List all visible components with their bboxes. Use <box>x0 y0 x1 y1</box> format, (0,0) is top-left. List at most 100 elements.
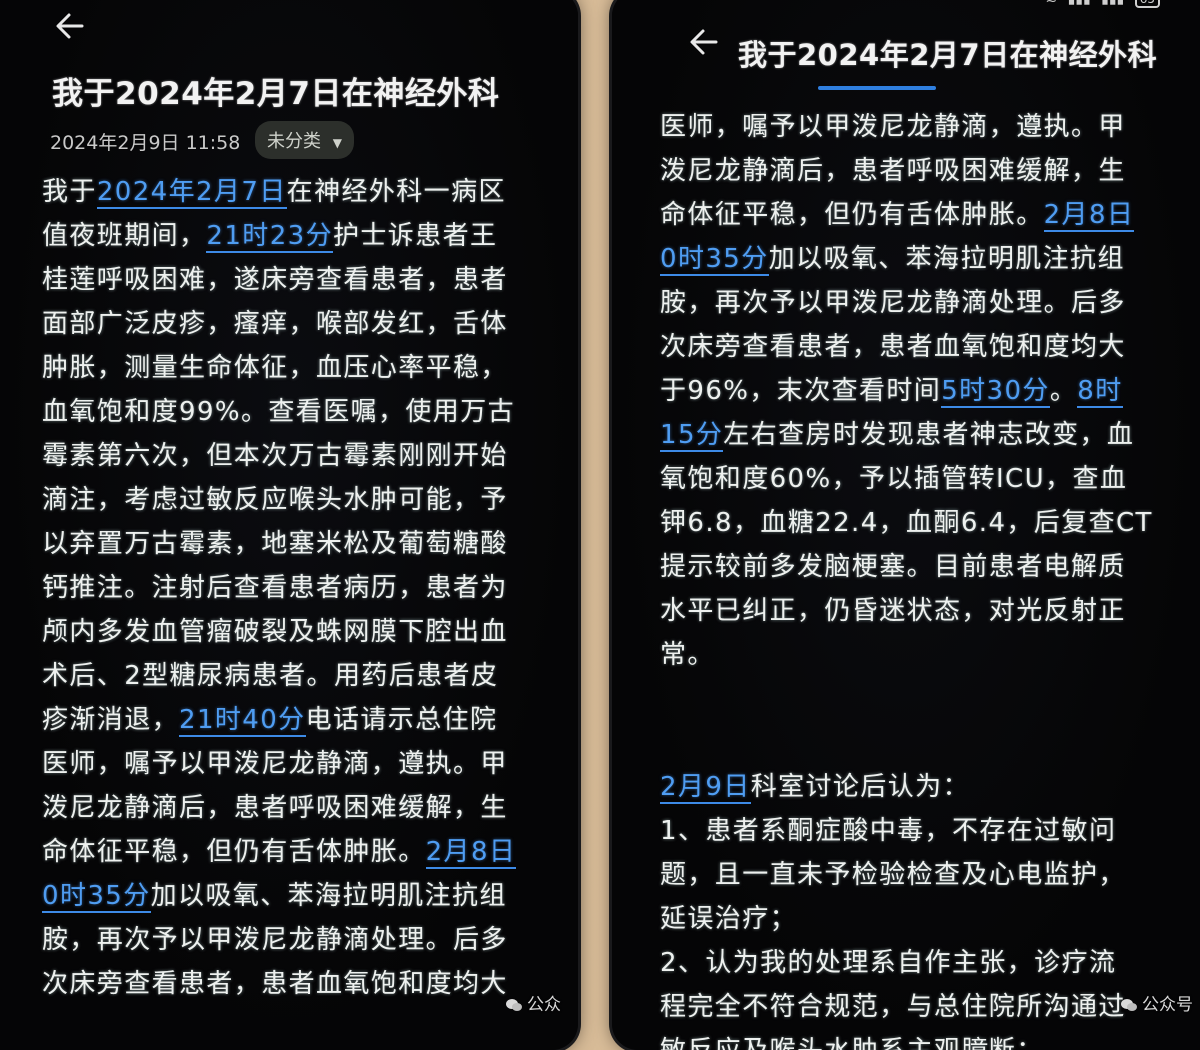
text-line: 钾6.8，血糖22.4，血酮6.4，后复查CT <box>660 501 1153 545</box>
date-time-link[interactable]: 5时30分 <box>941 376 1050 408</box>
left-note-screen: 我于2024年2月7日在神经外科 2024年2月9日 11:58 未分类 ▼ 我… <box>0 0 578 1050</box>
text-segment: 面部广泛皮疹，瘙痒，喉部发红，舌体 <box>42 309 508 339</box>
date-time-link[interactable]: 2024年2月7日 <box>96 177 287 209</box>
text-segment: 次床旁查看患者，患者血氧饱和度均大 <box>42 969 508 999</box>
text-line: 桂莲呼吸困难，遂床旁查看患者，患者 <box>42 258 516 302</box>
text-segment: 延误治疗； <box>660 904 798 934</box>
text-segment: 电话请示总住院 <box>305 705 498 735</box>
text-segment: 胺，再次予以甲泼尼龙静滴处理。后多 <box>660 288 1126 318</box>
text-segment: 左右查房时发现患者神志改变，血 <box>723 420 1135 450</box>
text-line: 命体征平稳，但仍有舌体肿胀。2月8日 <box>660 193 1153 237</box>
text-line: 医师，嘱予以甲泼尼龙静滴，遵执。甲 <box>660 105 1153 149</box>
category-label: 未分类 <box>267 131 321 152</box>
text-line: 15分左右查房时发现患者神志改变，血 <box>660 413 1153 457</box>
text-segment: 术后、2型糖尿病患者。用药后患者皮 <box>42 661 499 691</box>
date-time-link[interactable]: 0时35分 <box>660 244 769 276</box>
text-line: 题，且一直未予检验检查及心电监护， <box>660 853 1153 897</box>
note-title: 我于2024年2月7日在神经外科 <box>738 38 1158 72</box>
text-line: 值夜班期间，21时23分护士诉患者王 <box>42 214 516 258</box>
battery-indicator: 65 <box>1134 0 1160 8</box>
text-line: 2、认为我的处理系自作主张，诊疗流 <box>660 941 1153 985</box>
text-line: 颅内多发血管瘤破裂及蛛网膜下腔出血 <box>42 610 516 654</box>
signal-icon: ▮▮▮ <box>1068 0 1091 7</box>
text-segment: 值夜班期间， <box>42 221 207 251</box>
note-body[interactable]: 我于2024年2月7日在神经外科一病区 值夜班期间，21时23分护士诉患者王 桂莲呼… <box>42 170 517 1006</box>
wechat-icon <box>506 999 522 1011</box>
text-line: 我于2024年2月7日在神经外科一病区 <box>42 170 516 214</box>
date-time-link[interactable]: 2月9日 <box>660 772 751 804</box>
text-segment: 我于 <box>42 177 97 207</box>
text-line: 水平已纠正，仍昏迷状态，对光反射正 <box>660 589 1153 633</box>
text-segment: 题，且一直未予检验检查及心电监护， <box>660 860 1126 890</box>
text-line: 1、患者系酮症酸中毒，不存在过敏问 <box>660 809 1153 853</box>
right-note-screen: ≋ ▮▮▮ ▮▮▮ 65 我于2024年2月7日在神经外科 医师，嘱予以甲泼尼龙… <box>612 0 1200 1050</box>
date-time-link[interactable]: 21时23分 <box>206 221 333 253</box>
text-segment: 胺，再次予以甲泼尼龙静滴处理。后多 <box>42 925 508 955</box>
text-segment: 程完全不符合规范，与总住院所沟通过 <box>660 992 1126 1022</box>
text-segment: 钾6.8，血糖22.4，血酮6.4，后复查CT <box>660 508 1153 538</box>
text-segment: 命体征平稳，但仍有舌体肿胀。 <box>660 200 1044 230</box>
text-segment: 医师，嘱予以甲泼尼龙静滴，遵执。甲 <box>42 749 508 779</box>
text-line: 血氧饱和度99%。查看医嘱，使用万古 <box>42 390 516 434</box>
text-segment: 钙推注。注射后查看患者病历，患者为 <box>42 573 508 603</box>
text-segment: 泼尼龙静滴后，患者呼吸困难缓解，生 <box>660 156 1126 186</box>
text-segment: 以弃置万古霉素，地塞米松及葡萄糖酸 <box>42 529 508 559</box>
text-segment: 常。 <box>660 640 715 670</box>
text-segment: 于96%，末次查看时间 <box>660 376 942 406</box>
text-segment: 命体征平稳，但仍有舌体肿胀。 <box>42 837 426 867</box>
note-body[interactable]: 医师，嘱予以甲泼尼龙静滴，遵执。甲 泼尼龙静滴后，患者呼吸困难缓解，生 命体征平稳，… <box>660 105 1153 1050</box>
category-dropdown[interactable]: 未分类 ▼ <box>255 121 354 159</box>
text-line: 泼尼龙静滴后，患者呼吸困难缓解，生 <box>42 786 516 830</box>
text-segment: 肿胀，测量生命体征，血压心率平稳， <box>42 353 508 383</box>
text-segment: 加以吸氧、苯海拉明肌注抗组 <box>150 881 507 911</box>
text-segment: 水平已纠正，仍昏迷状态，对光反射正 <box>660 596 1126 626</box>
text-line: 次床旁查看患者，患者血氧饱和度均大 <box>660 325 1153 369</box>
text-line: 医师，嘱予以甲泼尼龙静滴，遵执。甲 <box>42 742 516 786</box>
text-line: 胺，再次予以甲泼尼龙静滴处理。后多 <box>660 281 1153 325</box>
date-time-link[interactable]: 2月8日 <box>425 837 517 869</box>
date-time-link[interactable]: 0时35分 <box>42 881 151 913</box>
watermark-right: 公众号 <box>1120 990 1193 1015</box>
text-segment: 1、患者系酮症酸中毒，不存在过敏问 <box>660 816 1117 846</box>
text-line: 以弃置万古霉素，地塞米松及葡萄糖酸 <box>42 522 516 566</box>
back-arrow-icon[interactable] <box>686 24 722 60</box>
text-segment: 霉素第六次，但本次万古霉素刚刚开始 <box>42 441 508 471</box>
text-segment: 加以吸氧、苯海拉明肌注抗组 <box>768 244 1125 274</box>
text-segment: 科室讨论后认为： <box>750 772 970 802</box>
date-time-link[interactable]: 21时40分 <box>179 705 306 737</box>
text-segment: 。 <box>1049 376 1078 406</box>
text-line: 氧饱和度60%，予以插管转ICU，查血 <box>660 457 1153 501</box>
text-segment: 敏反应及喉头水肿系主观臆断； <box>660 1036 1044 1050</box>
text-segment: 提示较前多发脑梗塞。目前患者电解质 <box>660 552 1126 582</box>
text-segment: 桂莲呼吸困难，遂床旁查看患者，患者 <box>42 265 508 295</box>
note-date: 2024年2月9日 11:58 <box>50 132 241 154</box>
text-line: 泼尼龙静滴后，患者呼吸困难缓解，生 <box>660 149 1153 193</box>
text-segment: 在神经外科一病区 <box>286 177 506 207</box>
date-time-link[interactable]: 15分 <box>660 420 724 452</box>
text-line: 程完全不符合规范，与总住院所沟通过 <box>660 985 1153 1029</box>
text-segment: 2、认为我的处理系自作主张，诊疗流 <box>660 948 1117 978</box>
back-arrow-icon[interactable] <box>52 8 88 44</box>
text-segment: 医师，嘱予以甲泼尼龙静滴，遵执。甲 <box>660 112 1126 142</box>
text-line <box>660 677 1153 721</box>
text-line: 面部广泛皮疹，瘙痒，喉部发红，舌体 <box>42 302 516 346</box>
chevron-down-icon: ▼ <box>332 136 342 150</box>
text-segment: 次床旁查看患者，患者血氧饱和度均大 <box>660 332 1126 362</box>
signal-icon-2: ▮▮▮ <box>1101 0 1124 7</box>
text-line: 钙推注。注射后查看患者病历，患者为 <box>42 566 516 610</box>
text-line: 提示较前多发脑梗塞。目前患者电解质 <box>660 545 1153 589</box>
text-segment: 氧饱和度60%，予以插管转ICU，查血 <box>660 464 1128 494</box>
text-segment: 滴注，考虑过敏反应喉头水肿可能，予 <box>42 485 508 515</box>
text-segment: 泼尼龙静滴后，患者呼吸困难缓解，生 <box>42 793 508 823</box>
text-segment: 血氧饱和度99%。查看医嘱，使用万古 <box>42 397 515 427</box>
status-bar: ≋ ▮▮▮ ▮▮▮ 65 <box>1045 0 1160 8</box>
text-line: 0时35分加以吸氧、苯海拉明肌注抗组 <box>42 874 516 918</box>
date-time-link[interactable]: 2月8日 <box>1043 200 1135 232</box>
text-segment: 疹渐消退， <box>42 705 180 735</box>
text-segment: 护士诉患者王 <box>332 221 498 251</box>
text-line: 霉素第六次，但本次万古霉素刚刚开始 <box>42 434 516 478</box>
text-line: 命体征平稳，但仍有舌体肿胀。2月8日 <box>42 830 517 874</box>
text-line: 次床旁查看患者，患者血氧饱和度均大 <box>42 962 516 1006</box>
date-time-link[interactable]: 8时 <box>1077 376 1123 408</box>
text-line <box>660 721 1153 765</box>
